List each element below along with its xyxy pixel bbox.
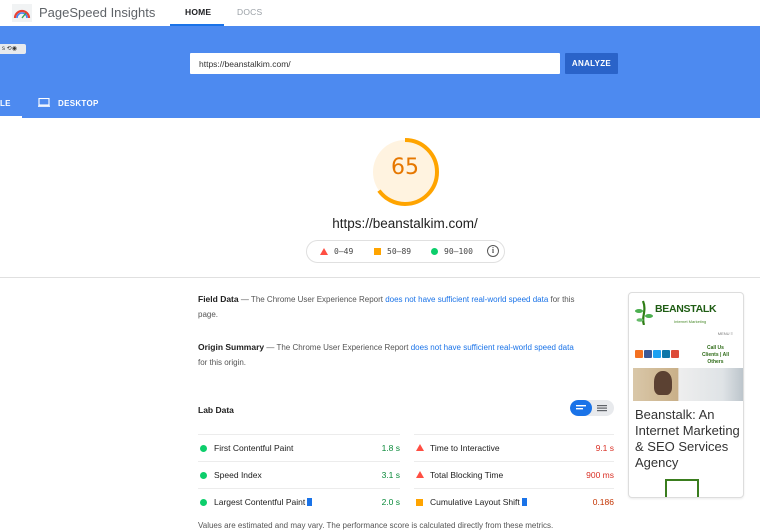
linkedin-icon — [662, 350, 670, 358]
origin-summary-section: Origin Summary — The Chrome User Experie… — [198, 340, 578, 370]
rss-icon — [635, 350, 643, 358]
metric-name: First Contentful Paint — [214, 443, 294, 453]
metric-total-blocking-time: Total Blocking Time 900 ms — [414, 461, 614, 488]
metric-name-wrap: Cumulative Layout Shift — [430, 497, 527, 507]
core-web-vital-flag-icon — [521, 498, 527, 506]
metric-value: 3.1 s — [381, 470, 400, 480]
field-data-link[interactable]: does not have sufficient real-world spee… — [385, 295, 548, 304]
poor-status-icon — [416, 444, 424, 451]
thumb-social-icons — [635, 345, 680, 358]
metric-value: 0.186 — [592, 497, 614, 507]
desktop-icon — [38, 98, 50, 107]
good-status-icon — [200, 445, 207, 452]
thumb-clients: Clients | All — [701, 352, 729, 358]
lab-data-title: Lab Data — [198, 405, 234, 415]
summary-view-icon — [576, 405, 586, 410]
thumb-hero-photo — [633, 368, 743, 401]
page-screenshot-thumbnail: BEANSTALK Internet Marketing MENU ≡ Call… — [628, 292, 744, 498]
thumb-logo-text: BEANSTALK — [655, 303, 717, 315]
origin-summary-desc: — The Chrome User Experience Report — [264, 343, 411, 352]
good-status-icon — [200, 472, 207, 479]
metric-cumulative-layout-shift: Cumulative Layout Shift 0.186 — [414, 488, 614, 515]
field-data-title: Field Data — [198, 294, 239, 304]
legend-fail-icon — [320, 248, 328, 255]
score-legend: 0–49 50–89 90–100 — [306, 240, 505, 263]
tab-mobile[interactable]: LE — [0, 99, 11, 108]
legend-average-icon — [374, 248, 381, 255]
legend-average-range: 50–89 — [387, 247, 412, 256]
twitter-icon — [653, 350, 661, 358]
toggle-summary-view[interactable] — [570, 400, 592, 416]
metric-value: 9.1 s — [595, 443, 614, 453]
origin-summary-tail: for this origin. — [198, 358, 247, 367]
field-data-desc: — The Chrome User Experience Report — [238, 295, 386, 304]
thumb-person — [654, 371, 672, 395]
brand-title[interactable]: PageSpeed Insights — [39, 5, 155, 20]
thumb-badge — [665, 479, 699, 497]
tested-url: https://beanstalkim.com/ — [332, 216, 478, 231]
googleplus-icon — [671, 350, 679, 358]
thumb-call: Call Us — [706, 345, 724, 351]
url-input[interactable] — [190, 53, 560, 74]
metric-name: Total Blocking Time — [430, 470, 504, 480]
metric-name-wrap: Largest Contentful Paint — [214, 497, 313, 507]
section-divider — [0, 277, 760, 278]
pagespeed-logo-icon — [12, 4, 32, 22]
metric-value: 2.0 s — [381, 497, 400, 507]
metric-name: Cumulative Layout Shift — [430, 497, 520, 507]
metric-speed-index: Speed Index 3.1 s — [198, 461, 400, 488]
legend-fail-range: 0–49 — [334, 247, 354, 256]
field-data-section: Field Data — The Chrome User Experience … — [198, 292, 578, 322]
origin-summary-title: Origin Summary — [198, 342, 265, 352]
mode-tab-indicator — [0, 116, 22, 118]
thumb-logo-sub: Internet Marketing — [674, 319, 707, 324]
top-bar: PageSpeed Insights HOME DOCS — [0, 0, 760, 26]
metric-name: Largest Contentful Paint — [214, 497, 306, 507]
tab-desktop[interactable]: DESKTOP — [58, 99, 99, 108]
performance-score: 65 — [391, 155, 419, 180]
metric-first-contentful-paint: First Contentful Paint 1.8 s — [198, 434, 400, 461]
metric-value: 900 ms — [586, 470, 614, 480]
tab-docs[interactable]: DOCS — [237, 7, 262, 17]
extension-chip-label: s — [2, 46, 5, 52]
legend-pass-range: 90–100 — [444, 247, 473, 256]
good-status-icon — [200, 499, 207, 506]
thumb-menu: MENU ≡ — [717, 331, 733, 336]
extension-chip[interactable]: s ⟲◉ — [0, 44, 26, 54]
core-web-vital-flag-icon — [307, 498, 313, 506]
facebook-icon — [644, 350, 652, 358]
poor-status-icon — [416, 471, 424, 478]
metrics-view-toggle[interactable] — [570, 400, 614, 416]
analyze-button[interactable]: ANALYZE — [565, 53, 618, 74]
legend-pass-icon — [431, 248, 438, 255]
tab-home[interactable]: HOME — [185, 7, 211, 17]
average-status-icon — [416, 499, 423, 506]
thumb-others: Others — [707, 359, 724, 365]
lab-data-footnote: Values are estimated and may vary. The p… — [198, 521, 554, 530]
metric-name: Speed Index — [214, 470, 262, 480]
detail-view-icon[interactable] — [592, 400, 614, 416]
metric-largest-contentful-paint: Largest Contentful Paint 2.0 s — [198, 488, 400, 515]
info-icon[interactable]: i — [487, 245, 499, 257]
metric-value: 1.8 s — [381, 443, 400, 453]
beanstalk-logo-icon — [635, 300, 653, 325]
origin-summary-link[interactable]: does not have sufficient real-world spee… — [411, 343, 574, 352]
thumb-call-block: Call Us Clients | All Others — [702, 345, 729, 366]
thumb-headline: Beanstalk: An Internet Marketing & SEO S… — [635, 407, 740, 470]
metric-time-to-interactive: Time to Interactive 9.1 s — [414, 434, 614, 461]
metric-name: Time to Interactive — [430, 443, 500, 453]
